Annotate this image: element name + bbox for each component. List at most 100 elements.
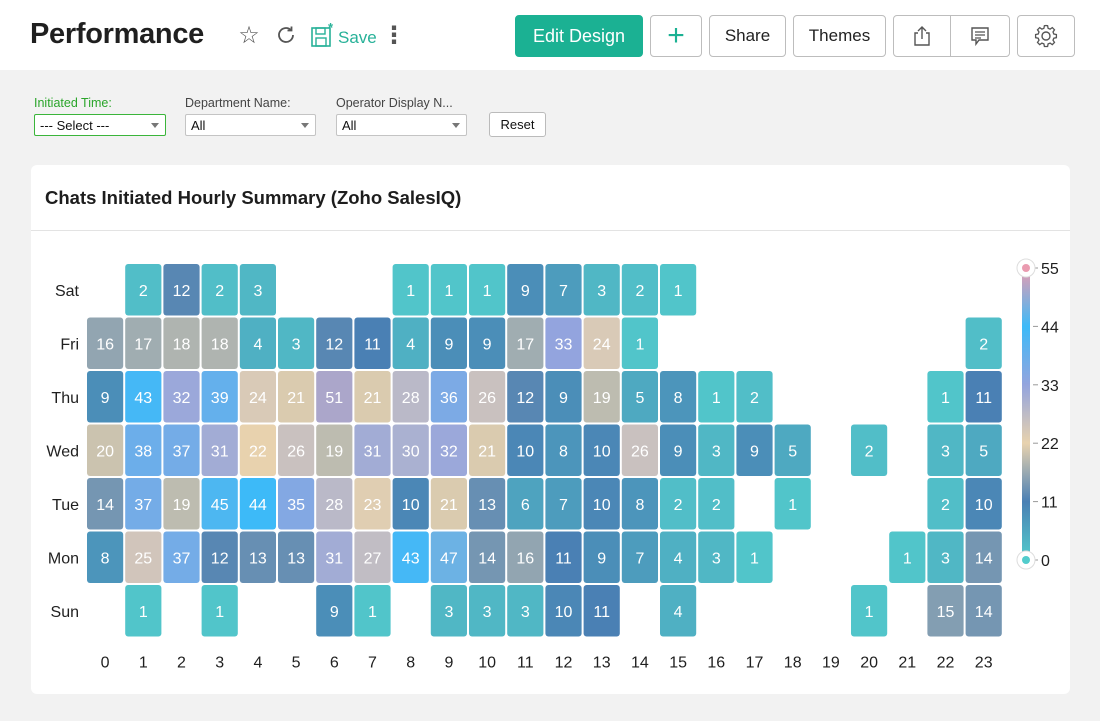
cell-label: 8 (101, 550, 110, 567)
cell-label: 9 (597, 550, 606, 567)
x-tick-label: 23 (975, 655, 993, 672)
x-tick-label: 12 (555, 655, 573, 672)
cell-label: 13 (287, 550, 305, 567)
y-tick-label: Fri (60, 336, 79, 353)
cell-label: 3 (712, 443, 721, 460)
cell-label: 12 (516, 390, 534, 407)
cell-label: 21 (287, 390, 305, 407)
save-button[interactable]: * Save (310, 20, 380, 50)
x-tick-label: 3 (215, 655, 224, 672)
filter-bar: Initiated Time: --- Select --- Departmen… (0, 70, 1100, 160)
cell-label: 14 (975, 550, 993, 567)
x-tick-label: 20 (860, 655, 878, 672)
cell-label: 1 (635, 336, 644, 353)
cell-label: 15 (937, 604, 955, 621)
cell-label: 2 (215, 283, 224, 300)
star-icon[interactable]: ☆ (234, 20, 264, 50)
operator-display-name-select[interactable]: All (336, 114, 467, 136)
x-tick-label: 0 (101, 655, 110, 672)
cell-label: 12 (173, 283, 191, 300)
cell-label: 1 (368, 604, 377, 621)
cell-label: 19 (173, 497, 191, 514)
select-value: --- Select --- (40, 117, 110, 133)
filter-label: Initiated Time: (34, 96, 112, 110)
cell-label: 26 (631, 443, 649, 460)
cell-label: 12 (325, 336, 343, 353)
chart-card: Chats Initiated Hourly Summary (Zoho Sal… (31, 165, 1070, 694)
refresh-icon[interactable] (272, 20, 300, 50)
cell-label: 21 (478, 443, 496, 460)
comment-button[interactable] (950, 15, 1010, 57)
cell-label: 1 (674, 283, 683, 300)
cell-label: 21 (440, 497, 458, 514)
export-button[interactable] (893, 15, 951, 57)
cell-label: 11 (975, 390, 992, 407)
cell-label: 35 (287, 497, 305, 514)
cell-label: 7 (559, 497, 568, 514)
cell-label: 36 (440, 390, 458, 407)
select-value: All (342, 117, 357, 133)
x-tick-label: 13 (593, 655, 611, 672)
cell-label: 31 (325, 550, 343, 567)
filter-initiated-time: Initiated Time: --- Select --- (34, 96, 166, 136)
cell-label: 24 (249, 390, 267, 407)
cell-label: 1 (139, 604, 148, 621)
cell-label: 33 (555, 336, 573, 353)
cell-label: 26 (478, 390, 496, 407)
cell-label: 26 (287, 443, 305, 460)
cell-label: 1 (788, 497, 797, 514)
legend-tick-label: 22 (1041, 436, 1059, 453)
x-tick-label: 16 (707, 655, 725, 672)
cell-label: 1 (406, 283, 415, 300)
department-name-select[interactable]: All (185, 114, 316, 136)
settings-button[interactable] (1017, 15, 1075, 57)
cell-label: 5 (979, 443, 988, 460)
cell-label: 23 (364, 497, 382, 514)
page-title: Performance (30, 18, 204, 50)
cell-label: 12 (211, 550, 229, 567)
cell-label: 28 (325, 497, 343, 514)
y-tick-label: Sun (51, 604, 79, 621)
cell-label: 3 (941, 550, 950, 567)
cell-label: 28 (402, 390, 420, 407)
cell-label: 4 (406, 336, 415, 353)
cell-label: 2 (750, 390, 759, 407)
select-value: All (191, 117, 206, 133)
x-tick-label: 11 (517, 655, 534, 672)
cell-label: 16 (516, 550, 534, 567)
themes-button[interactable]: Themes (793, 15, 886, 57)
x-tick-label: 14 (631, 655, 649, 672)
filter-operator-display-name: Operator Display N... All (336, 96, 467, 136)
cell-label: 3 (292, 336, 301, 353)
top-bar: Performance ☆ * Save ⋮ Edit Design + Sha… (0, 0, 1100, 70)
y-tick-label: Mon (48, 550, 79, 567)
cell-label: 1 (215, 604, 224, 621)
cell-label: 8 (635, 497, 644, 514)
cell-label: 1 (444, 283, 453, 300)
cell-label: 3 (253, 283, 262, 300)
cell-label: 1 (941, 390, 950, 407)
initiated-time-select[interactable]: --- Select --- (34, 114, 166, 136)
edit-design-button[interactable]: Edit Design (515, 15, 643, 57)
add-button[interactable]: + (650, 15, 702, 57)
cell-label: 17 (134, 336, 152, 353)
cell-label: 38 (134, 443, 152, 460)
cell-label: 3 (483, 604, 492, 621)
x-tick-label: 6 (330, 655, 339, 672)
cell-label: 7 (559, 283, 568, 300)
svg-text:*: * (328, 22, 334, 35)
cell-label: 5 (788, 443, 797, 460)
save-icon: * (311, 22, 334, 47)
more-vertical-icon[interactable]: ⋮ (382, 20, 406, 50)
cell-label: 10 (516, 443, 534, 460)
cell-label: 9 (521, 283, 530, 300)
cell-label: 10 (402, 497, 420, 514)
legend-tick-label: 11 (1041, 495, 1058, 512)
cell-label: 1 (483, 283, 492, 300)
y-tick-label: Wed (46, 443, 79, 460)
reset-button[interactable]: Reset (489, 112, 546, 137)
x-tick-label: 2 (177, 655, 186, 672)
color-legend-bar (1022, 268, 1030, 560)
cell-label: 8 (674, 390, 683, 407)
share-button[interactable]: Share (709, 15, 786, 57)
